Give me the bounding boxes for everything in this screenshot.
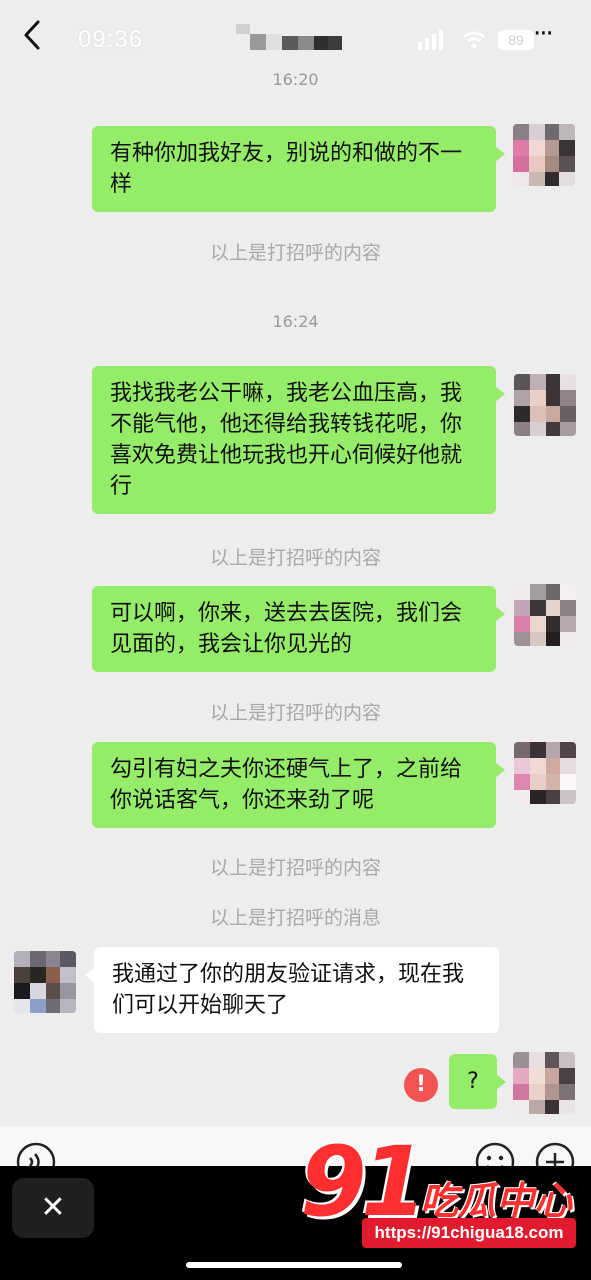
incoming-message[interactable]: 我通过了你的朋友验证请求，现在我们可以开始聊天了 — [85, 947, 499, 1033]
timestamp: 16:24 — [272, 312, 319, 331]
outgoing-message[interactable]: 我找我老公干嘛，我老公血压高，我不能气他，他还得给我转钱花呢，你喜欢免费让他玩我… — [92, 366, 505, 514]
outgoing-message[interactable]: 有种你加我好友，别说的和做的不一样 — [92, 126, 505, 212]
back-arrow-icon[interactable] — [18, 18, 48, 52]
greeting-notice: 以上是打招呼的内容 — [209, 702, 381, 724]
battery-level: 89 — [498, 30, 534, 50]
outgoing-message[interactable]: ? — [449, 1054, 506, 1109]
my-avatar[interactable] — [514, 742, 576, 804]
greeting-message-notice: 以上是打招呼的消息 — [209, 907, 381, 929]
watermark-url: https://91chigua18.com — [362, 1218, 576, 1248]
timestamp: 16:20 — [272, 70, 319, 89]
contact-avatar[interactable] — [14, 951, 76, 1013]
watermark-logo-text: 吃瓜中心 — [420, 1179, 573, 1223]
send-failed-icon[interactable]: ! — [404, 1068, 438, 1102]
my-avatar[interactable] — [513, 1052, 575, 1114]
outgoing-message[interactable]: 勾引有妇之夫你还硬气上了，之前给你说话客气，你还来劲了呢 — [92, 742, 505, 828]
greeting-notice: 以上是打招呼的内容 — [209, 857, 381, 879]
greeting-notice: 以上是打招呼的内容 — [209, 242, 381, 264]
close-button[interactable]: ✕ — [12, 1178, 94, 1238]
status-time: 09:36 — [78, 26, 144, 53]
outgoing-message[interactable]: 可以啊，你来，送去去医院，我们会见面的，我会让你见光的 — [92, 586, 505, 672]
my-avatar[interactable] — [514, 374, 576, 436]
watermark-logo-number: 91 — [300, 1126, 428, 1238]
more-options-icon[interactable]: ··· — [533, 21, 565, 47]
my-avatar[interactable] — [514, 584, 576, 646]
home-indicator — [186, 1262, 402, 1268]
contact-name-mosaic — [236, 24, 342, 50]
my-avatar[interactable] — [513, 124, 575, 186]
signal-icon — [418, 30, 443, 50]
wifi-icon — [463, 31, 485, 49]
close-icon: ✕ — [40, 1190, 66, 1225]
greeting-notice: 以上是打招呼的内容 — [209, 547, 381, 569]
